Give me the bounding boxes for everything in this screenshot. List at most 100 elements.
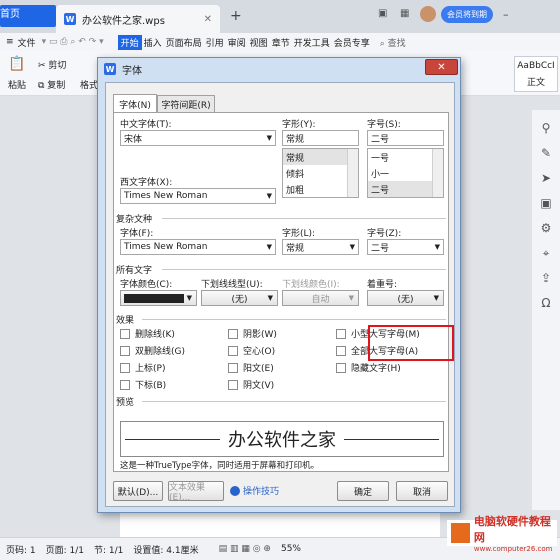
new-tab-icon[interactable]: + [230,8,242,24]
checkbox-box[interactable] [228,345,238,356]
menu-reference[interactable]: 引用 [204,36,226,49]
dialog-title: 字体 [122,65,142,77]
cursor-icon[interactable]: ➤ [532,166,560,191]
tab-home[interactable]: 首页 [0,5,56,27]
cut-button[interactable]: ✂ 剪切 [38,58,66,71]
copy-button[interactable]: ⧉ 复制 [38,78,65,91]
paste-icon[interactable]: 📋 [8,56,25,72]
status-zoom[interactable]: 55% [281,544,301,554]
style-normal[interactable]: AaBbCcI 正文 [514,56,558,92]
share-icon[interactable]: ⇪ [532,266,560,291]
size-input[interactable]: 二号 [367,130,444,146]
grid-icon[interactable]: ▦ [400,8,409,19]
strikethrough-checkbox[interactable]: 删除线(K) [120,327,175,340]
superscript-checkbox[interactable]: 上标(P) [120,361,165,374]
menu-start[interactable]: 开始 [117,34,142,50]
style-input[interactable]: 常规 [282,130,359,146]
pen-icon[interactable]: ✎ [532,141,560,166]
checkbox-label: 阳文(E) [243,364,274,374]
checkbox-label: 阴影(W) [243,330,277,340]
tab-document[interactable]: W 办公软件之家.wps ✕ [56,5,220,33]
location-icon[interactable]: ⌖ [532,241,560,266]
ok-button[interactable]: 确定 [337,481,389,501]
complex-font-select[interactable]: Times New Roman ▼ [120,239,276,255]
window-layout-icon[interactable]: ▣ [378,8,387,19]
complex-style-label: 字形(L): [282,229,316,239]
wps-app-icon: W [104,63,116,75]
pin-icon[interactable]: ⚲ [532,116,560,141]
menu-developer[interactable]: 开发工具 [292,36,332,49]
checkbox-label: 删除线(K) [135,330,175,340]
menu-chapter[interactable]: 章节 [270,36,292,49]
help-icon[interactable]: Ω [532,291,560,316]
outline-checkbox[interactable]: 空心(O) [228,344,275,357]
checkbox-box[interactable] [120,379,130,390]
default-button[interactable]: 默认(D)... [113,481,163,501]
hidden-text-checkbox[interactable]: 隐藏文字(H) [336,361,401,374]
member-button[interactable]: 会员将到期 [441,6,493,23]
avatar[interactable] [420,6,436,22]
subscript-checkbox[interactable]: 下标(B) [120,378,166,391]
chevron-down-icon: ▼ [349,243,355,251]
search-menu[interactable]: ⌕ 查找 [378,36,408,49]
checkbox-box[interactable] [336,328,346,339]
menu-member[interactable]: 会员专享 [332,36,372,49]
status-page: 页码: 1 [6,545,36,556]
chevron-down-icon: ▼ [266,134,272,142]
menu-file[interactable]: 文件 [16,36,38,49]
complex-style-select[interactable]: 常规 ▼ [282,239,359,255]
tips-icon [230,485,240,496]
complex-size-select[interactable]: 二号 ▼ [367,239,444,255]
checkbox-box[interactable] [120,328,130,339]
size-list[interactable]: 一号 小一 二号 [367,148,444,198]
copy-label: 复制 [47,81,66,91]
engrave-checkbox[interactable]: 阴文(V) [228,378,274,391]
complex-size-value: 二号 [371,243,390,254]
checkbox-label: 下标(B) [135,381,167,391]
western-font-select[interactable]: Times New Roman ▼ [120,188,276,204]
chinese-font-label: 中文字体(T): [120,120,172,130]
view-mode-icons[interactable]: ▤ ▥ ▦ ◎ ⊕ [219,544,271,554]
underline-type-select[interactable]: (无) ▼ [201,290,278,306]
shadow-checkbox[interactable]: 阴影(W) [228,327,277,340]
menu-layout[interactable]: 页面布局 [164,36,204,49]
menu-view[interactable]: 视图 [248,36,270,49]
tips-label: 操作技巧 [243,487,280,497]
close-tab-icon[interactable]: ✕ [204,14,212,25]
style-list[interactable]: 常规 倾斜 加粗 [282,148,359,198]
tab-char-spacing[interactable]: 字符间距(R) [157,95,215,112]
font-hint: 这是一种TrueType字体，同时适用于屏幕和打印机。 [120,461,320,471]
cancel-button[interactable]: 取消 [396,481,448,501]
chevron-down-icon: ▼ [348,294,354,302]
checkbox-box[interactable] [228,362,238,373]
checkbox-box[interactable] [120,345,130,356]
tips-link[interactable]: 操作技巧 [230,484,279,497]
format-painter-button[interactable]: 格式 [80,78,98,91]
tab-font[interactable]: 字体(N) [113,94,157,113]
double-strike-checkbox[interactable]: 双删除线(G) [120,344,185,357]
paste-button[interactable]: 粘贴 [8,78,26,91]
scrollbar[interactable] [432,149,443,197]
dialog-title-bar[interactable]: W 字体 [98,58,460,80]
checkbox-box[interactable] [228,328,238,339]
checkbox-box[interactable] [120,362,130,373]
emboss-checkbox[interactable]: 阳文(E) [228,361,274,374]
hamburger-icon[interactable]: ≡ [6,37,14,47]
checkbox-label: 上标(P) [135,364,166,374]
checkbox-box[interactable] [336,362,346,373]
image-icon[interactable]: ▣ [532,191,560,216]
chinese-font-select[interactable]: 宋体 ▼ [120,130,276,146]
close-icon[interactable]: ✕ [425,59,458,75]
minimize-icon[interactable]: – [503,8,509,21]
checkbox-box[interactable] [336,345,346,356]
menu-insert[interactable]: 插入 [142,36,164,49]
emphasis-label: 着重号: [367,280,398,290]
scrollbar[interactable] [347,149,358,197]
checkbox-box[interactable] [228,379,238,390]
menu-review[interactable]: 审阅 [226,36,248,49]
toolbar-quick-icons[interactable]: ▾ ▭ ⎙ ⌕ ↶ ↷ ▾ [42,37,104,47]
divider [142,319,446,320]
emphasis-select[interactable]: (无) ▼ [367,290,444,306]
properties-icon[interactable]: ⚙ [532,216,560,241]
font-color-select[interactable]: ▼ [120,290,197,306]
